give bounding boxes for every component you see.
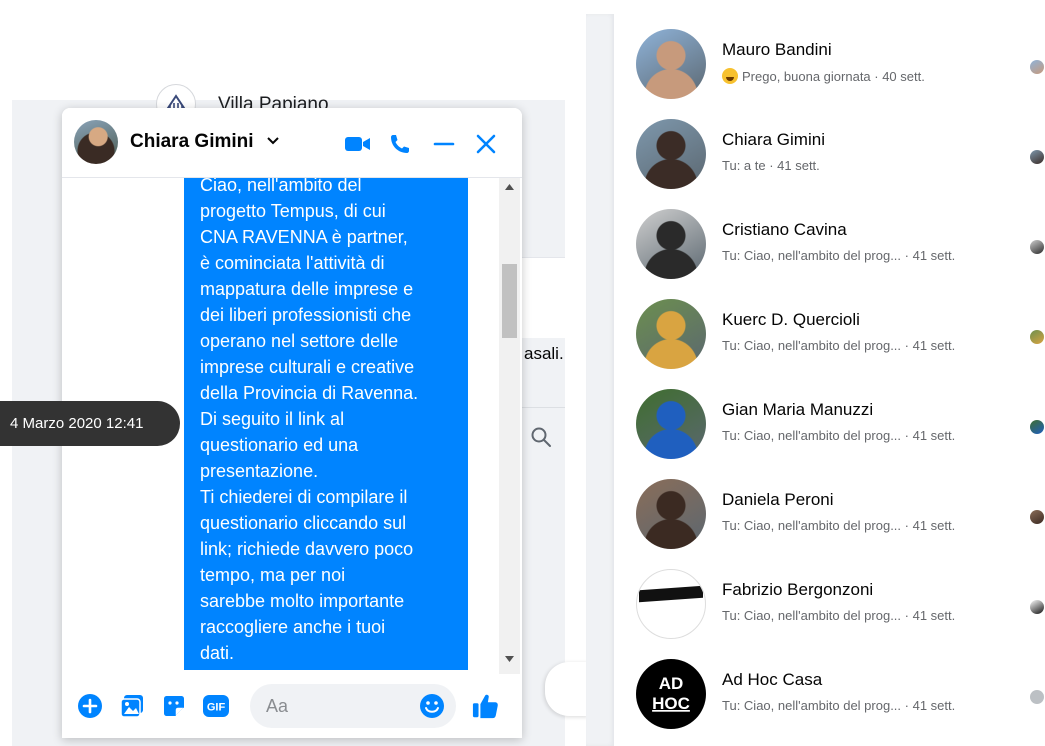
seen-indicator-avatar xyxy=(1030,510,1044,524)
attach-photo-button[interactable] xyxy=(118,692,146,720)
conversation-item[interactable]: Chiara Gimini Tu: a te · 41 sett. xyxy=(614,104,1045,194)
delivered-check-icon xyxy=(1030,690,1044,704)
contact-name: Ad Hoc Casa xyxy=(722,670,823,689)
phone-icon xyxy=(391,135,409,153)
gif-button[interactable]: GIF xyxy=(202,692,230,720)
contact-avatar[interactable] xyxy=(636,29,706,99)
scroll-down-arrow-icon[interactable] xyxy=(505,656,514,662)
contact-avatar[interactable]: AD HOC xyxy=(636,659,706,729)
smiley-icon xyxy=(420,694,444,718)
voice-call-button[interactable] xyxy=(386,130,414,158)
seen-indicator-avatar xyxy=(1030,330,1044,344)
image-icon xyxy=(120,695,143,718)
contact-avatar[interactable] xyxy=(636,119,706,189)
contact-avatar[interactable] xyxy=(636,389,706,459)
conversation-item[interactable]: Kuerc D. Quercioli Tu: Ciao, nell'ambito… xyxy=(614,284,1045,374)
contact-name: Chiara Gimini xyxy=(722,130,825,149)
chat-header: Chiara Gimini xyxy=(62,108,522,178)
timestamp-tooltip: 4 Marzo 2020 12:41 xyxy=(0,401,180,446)
preview-text: Prego, buona giornata · 40 sett. xyxy=(742,69,925,84)
message-preview: Prego, buona giornata · 40 sett. xyxy=(722,68,925,84)
chevron-down-icon[interactable] xyxy=(266,136,280,146)
video-camera-icon xyxy=(345,137,370,151)
scroll-up-arrow-icon[interactable] xyxy=(505,184,514,190)
message-text: Ciao, nell'ambito del progetto Tempus, d… xyxy=(200,178,419,663)
contact-avatar[interactable] xyxy=(636,479,706,549)
gif-label: GIF xyxy=(207,702,226,714)
sticker-button[interactable] xyxy=(160,692,188,720)
feed-card-text: asali. xyxy=(524,344,564,363)
smiling-emoji-icon xyxy=(722,68,738,84)
seen-indicator-avatar xyxy=(1030,240,1044,254)
contact-name: Gian Maria Manuzzi xyxy=(722,400,874,419)
conversation-item[interactable]: Cristiano Cavina Tu: Ciao, nell'ambito d… xyxy=(614,194,1045,284)
contact-avatar[interactable] xyxy=(636,569,706,639)
seen-indicator-avatar xyxy=(1030,150,1044,164)
contact-name: Cristiano Cavina xyxy=(722,220,847,239)
gif-icon: GIF xyxy=(203,695,229,717)
contact-avatar[interactable] xyxy=(636,299,706,369)
feed-top-strip: g xyxy=(12,52,565,100)
conversation-item[interactable]: AD HOC Ad Hoc Casa Tu: Ciao, nell'ambito… xyxy=(614,644,1045,734)
message-preview: Tu: Ciao, nell'ambito del prog... · 41 s… xyxy=(722,608,956,623)
scrollbar[interactable] xyxy=(499,178,520,674)
sticker-icon xyxy=(164,696,184,716)
logo-text-bottom: HOC xyxy=(652,694,690,713)
plus-circle-icon xyxy=(78,694,102,718)
contact-name: Mauro Bandini xyxy=(722,40,832,59)
contact-name: Daniela Peroni xyxy=(722,490,834,509)
contact-name: Fabrizio Bergonzoni xyxy=(722,580,874,599)
more-actions-button[interactable] xyxy=(76,692,104,720)
message-preview: Tu: Ciao, nell'ambito del prog... · 41 s… xyxy=(722,698,956,713)
close-button[interactable] xyxy=(472,130,500,158)
message-preview: Tu: a te · 41 sett. xyxy=(722,158,820,173)
contact-avatar[interactable] xyxy=(636,209,706,279)
conversation-item[interactable]: Mauro Bandini Prego, buona giornata · 40… xyxy=(614,14,1045,104)
new-message-bubble[interactable] xyxy=(545,662,589,716)
search-icon[interactable] xyxy=(530,426,552,448)
thumbs-up-icon xyxy=(472,694,498,719)
chat-avatar[interactable] xyxy=(74,120,118,164)
logo-text-top: AD xyxy=(659,674,684,693)
close-icon xyxy=(476,134,496,154)
conversation-list: Mauro Bandini Prego, buona giornata · 40… xyxy=(614,14,1045,746)
minimize-icon xyxy=(433,142,455,146)
message-preview: Tu: Ciao, nell'ambito del prog... · 41 s… xyxy=(722,248,956,263)
conversation-item[interactable]: Gian Maria Manuzzi Tu: Ciao, nell'ambito… xyxy=(614,374,1045,464)
seen-indicator-avatar xyxy=(1030,600,1044,614)
minimize-button[interactable] xyxy=(430,130,458,158)
video-call-button[interactable] xyxy=(344,130,372,158)
conversation-item[interactable]: Daniela Peroni Tu: Ciao, nell'ambito del… xyxy=(614,464,1045,554)
contact-logo-band xyxy=(639,585,703,603)
panel-divider xyxy=(586,14,614,746)
message-bubble[interactable]: Ciao, nell'ambito del progetto Tempus, d… xyxy=(184,178,468,670)
message-preview: Tu: Ciao, nell'ambito del prog... · 41 s… xyxy=(722,518,956,533)
chat-contact-name[interactable]: Chiara Gimini xyxy=(130,131,254,153)
contact-name: Kuerc D. Quercioli xyxy=(722,310,860,329)
scrollbar-thumb[interactable] xyxy=(502,264,517,338)
seen-indicator-avatar xyxy=(1030,420,1044,434)
ad-hoc-casa-logo: AD HOC xyxy=(636,659,706,729)
message-preview: Tu: Ciao, nell'ambito del prog... · 41 s… xyxy=(722,338,956,353)
message-composer: GIF xyxy=(62,674,522,738)
seen-indicator-avatar xyxy=(1030,60,1044,74)
message-preview: Tu: Ciao, nell'ambito del prog... · 41 s… xyxy=(722,428,956,443)
emoji-button[interactable] xyxy=(418,692,446,720)
like-button[interactable] xyxy=(472,692,500,720)
conversation-item[interactable]: Fabrizio Bergonzoni Tu: Ciao, nell'ambit… xyxy=(614,554,1045,644)
